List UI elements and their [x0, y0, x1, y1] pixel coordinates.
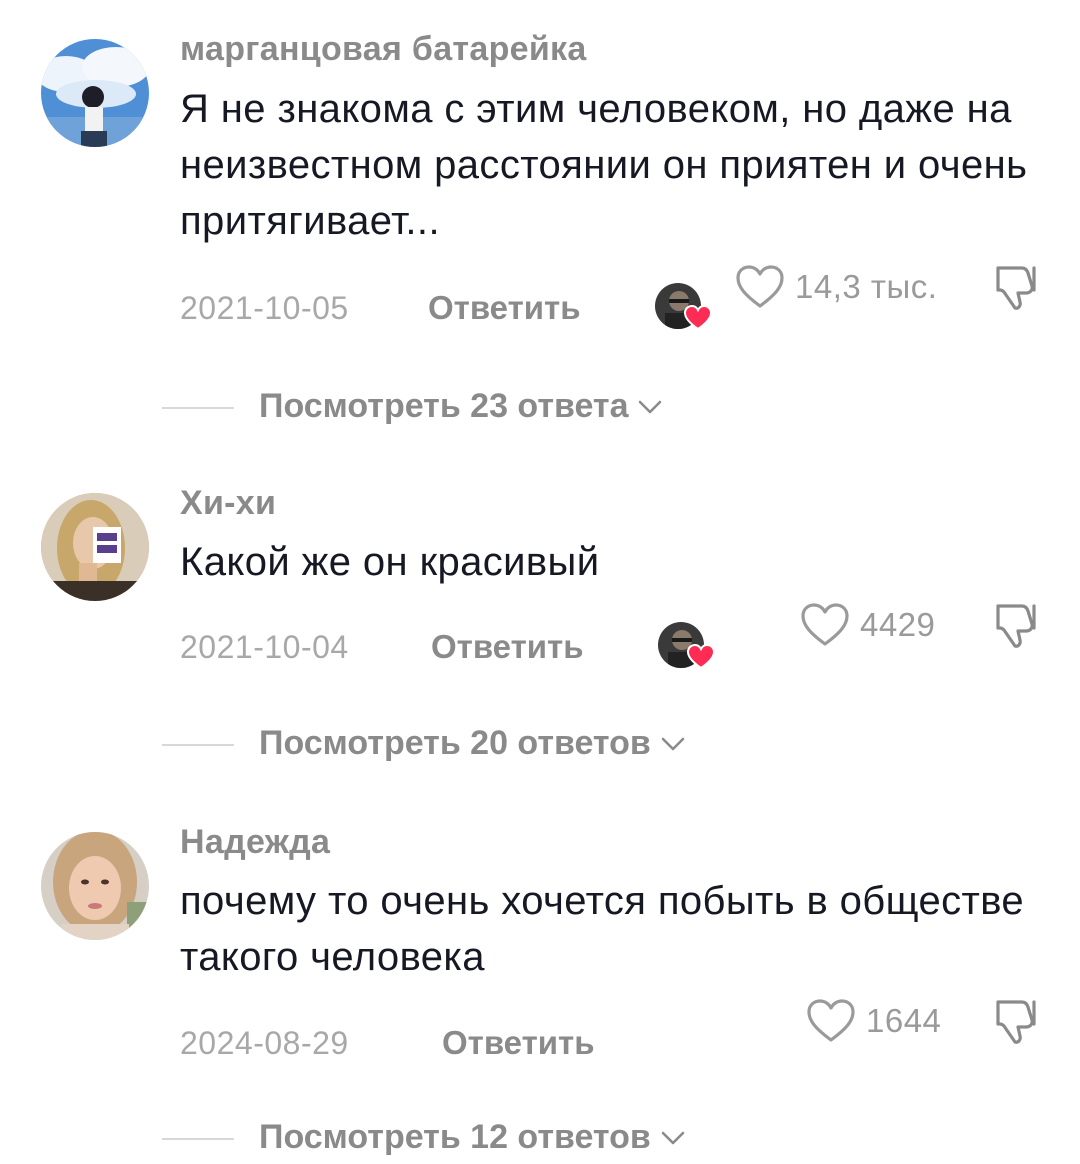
heart-outline-icon: [801, 603, 849, 646]
reply-button[interactable]: Ответить: [428, 289, 581, 327]
like-button[interactable]: 14,3 тыс.: [735, 262, 937, 312]
username[interactable]: Надежда: [180, 823, 330, 862]
view-replies-button[interactable]: Посмотреть 20 ответов: [0, 720, 1080, 770]
divider-line: [162, 407, 234, 409]
creator-liked-heart-icon: [684, 305, 712, 331]
avatar[interactable]: [41, 39, 149, 147]
avatar[interactable]: [41, 493, 149, 601]
view-replies-label[interactable]: Посмотреть 20 ответов: [259, 724, 685, 763]
dislike-icon[interactable]: [990, 600, 1042, 652]
creator-liked-heart-icon: [687, 644, 715, 670]
heart-outline-icon: [736, 265, 784, 308]
comment-date: 2021-10-05: [180, 290, 349, 326]
like-button[interactable]: 4429: [800, 600, 935, 650]
like-count: 4429: [860, 606, 936, 643]
comment-date: 2021-10-04: [180, 629, 349, 665]
like-count: 1644: [866, 1002, 942, 1039]
username[interactable]: марганцовая батарейка: [180, 30, 587, 69]
reply-button[interactable]: Ответить: [442, 1024, 595, 1062]
dislike-icon[interactable]: [990, 262, 1042, 314]
chevron-down-icon: [661, 737, 685, 750]
divider-line: [162, 744, 234, 746]
comment-text: почему то очень хочется побыть в обществ…: [180, 879, 1025, 979]
comment-date: 2024-08-29: [180, 1025, 349, 1061]
chevron-down-icon: [661, 1131, 685, 1144]
heart-outline-icon: [807, 999, 855, 1042]
comment-text: Какой же он красивый: [180, 540, 600, 584]
divider-line: [162, 1138, 234, 1140]
like-count: 14,3 тыс.: [795, 268, 938, 305]
view-replies-label[interactable]: Посмотреть 12 ответов: [259, 1118, 685, 1157]
avatar[interactable]: [41, 832, 149, 940]
view-replies-button[interactable]: Посмотреть 23 ответа: [0, 383, 1080, 433]
username[interactable]: Хи-хи: [180, 484, 276, 523]
comment-text: Я не знакома с этим человеком, но даже н…: [180, 87, 1028, 243]
dislike-icon[interactable]: [990, 996, 1042, 1048]
reply-button[interactable]: Ответить: [431, 628, 584, 666]
view-replies-label[interactable]: Посмотреть 23 ответа: [259, 387, 662, 426]
like-button[interactable]: 1644: [806, 996, 941, 1046]
view-replies-button[interactable]: Посмотреть 12 ответов: [0, 1114, 1080, 1164]
chevron-down-icon: [639, 400, 662, 413]
